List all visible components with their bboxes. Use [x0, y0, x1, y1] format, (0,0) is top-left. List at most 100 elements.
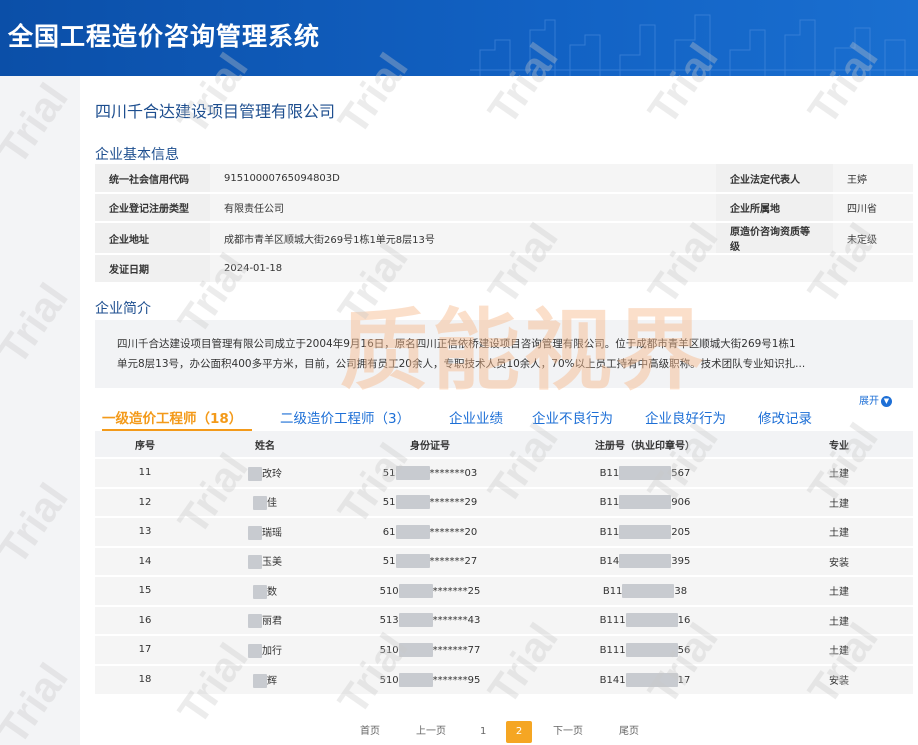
main-panel: 四川千合达建设项目管理有限公司 企业基本信息 统一社会信用代码 91510000…	[80, 76, 918, 745]
cell-id: 51 *******27	[335, 545, 525, 576]
prev-page-link[interactable]: 上一页	[416, 721, 446, 743]
table-row: 13 瑞瑶 61 *******20 B11 205 土建	[95, 516, 913, 547]
expand-button[interactable]: 展开 ▼	[859, 392, 892, 407]
cell-reg: B11 567	[525, 457, 765, 488]
table-row: 12 佳 51 *******29 B11 906 土建	[95, 486, 913, 517]
privacy-mask	[248, 525, 262, 540]
col-header-no: 序号	[95, 431, 195, 458]
tab-change-log[interactable]: 修改记录	[758, 407, 812, 427]
credit-code-value: 91510000765094803D	[210, 164, 716, 194]
brand-watermark: 质能视界	[340, 298, 709, 402]
privacy-mask	[395, 465, 430, 480]
credit-code-label: 统一社会信用代码	[95, 164, 210, 194]
system-title: 全国工程造价咨询管理系统	[8, 22, 321, 51]
info-row: 统一社会信用代码 91510000765094803D 企业法定代表人 王婷	[95, 164, 913, 194]
cell-name: 佳	[195, 486, 335, 517]
privacy-mask	[248, 643, 262, 658]
privacy-mask	[395, 495, 430, 510]
cell-no: 13	[95, 516, 195, 547]
cell-name: 丽君	[195, 604, 335, 635]
cell-no: 17	[95, 634, 195, 665]
cell-major: 土建	[765, 457, 913, 488]
cell-major: 土建	[765, 516, 913, 547]
privacy-mask	[622, 583, 675, 598]
privacy-mask	[395, 524, 430, 539]
cell-reg: B11 906	[525, 486, 765, 517]
cell-reg: B11 205	[525, 516, 765, 547]
tab-bad-behavior[interactable]: 企业不良行为	[532, 407, 613, 427]
next-page-link[interactable]: 下一页	[553, 721, 583, 743]
cell-id: 513 *******43	[335, 604, 525, 635]
cell-reg: B111 56	[525, 634, 765, 665]
trial-watermark: Trial	[0, 274, 77, 373]
info-row: 发证日期 2024-01-18	[95, 254, 913, 284]
cell-major: 土建	[765, 604, 913, 635]
trial-watermark: Trial	[0, 474, 77, 573]
cell-name: 改玲	[195, 457, 335, 488]
issue-date-label: 发证日期	[95, 254, 210, 284]
table-row: 17 加行 510 *******77 B111 56 土建	[95, 634, 913, 665]
privacy-mask	[253, 673, 267, 688]
legal-rep-label: 企业法定代表人	[716, 164, 833, 194]
empty-cell	[716, 254, 833, 284]
qualification-value: 未定级	[833, 222, 913, 255]
top-banner: 全国工程造价咨询管理系统	[0, 0, 918, 76]
table-row: 15 数 510 *******25 B11 38 土建	[95, 575, 913, 606]
table-row: 16 丽君 513 *******43 B111 16 土建	[95, 604, 913, 635]
table-header-row: 序号 姓名 身份证号 注册号（执业印章号） 专业	[95, 431, 913, 458]
privacy-mask	[398, 672, 433, 687]
address-label: 企业地址	[95, 222, 210, 255]
tab-good-behavior[interactable]: 企业良好行为	[645, 407, 726, 427]
cell-reg: B11 38	[525, 575, 765, 606]
cell-no: 14	[95, 545, 195, 576]
cell-reg: B14 395	[525, 545, 765, 576]
basic-info-table: 统一社会信用代码 91510000765094803D 企业法定代表人 王婷 企…	[95, 164, 913, 284]
tab-achievements[interactable]: 企业业绩	[449, 407, 503, 427]
privacy-mask	[248, 555, 262, 570]
privacy-mask	[625, 642, 678, 657]
col-header-id: 身份证号	[335, 431, 525, 458]
page-2-current[interactable]: 2	[506, 721, 532, 743]
page-1-link[interactable]: 1	[480, 721, 486, 743]
cell-no: 18	[95, 663, 195, 694]
first-page-link[interactable]: 首页	[360, 721, 380, 743]
expand-label: 展开	[859, 396, 879, 407]
address-value: 成都市青羊区顺城大街269号1栋1单元8层13号	[210, 222, 716, 255]
privacy-mask	[619, 495, 672, 510]
cell-name: 瑞瑶	[195, 516, 335, 547]
col-header-major: 专业	[765, 431, 913, 458]
cell-major: 土建	[765, 486, 913, 517]
chevron-down-icon: ▼	[881, 395, 892, 407]
company-name: 四川千合达建设项目管理有限公司	[95, 102, 336, 121]
trial-watermark: Trial	[0, 74, 77, 173]
cell-major: 安装	[765, 663, 913, 694]
empty-cell	[833, 254, 913, 284]
cell-id: 510 *******95	[335, 663, 525, 694]
trial-watermark: Trial	[0, 654, 77, 745]
privacy-mask	[398, 642, 433, 657]
cell-id: 510 *******25	[335, 575, 525, 606]
cell-major: 安装	[765, 545, 913, 576]
privacy-mask	[248, 466, 262, 481]
cell-no: 16	[95, 604, 195, 635]
privacy-mask	[253, 584, 267, 599]
last-page-link[interactable]: 尾页	[619, 721, 639, 743]
cell-name: 辉	[195, 663, 335, 694]
tab-level1-engineers[interactable]: 一级造价工程师（18）	[102, 407, 242, 427]
table-row: 14 玉美 51 *******27 B14 395 安装	[95, 545, 913, 576]
table-row: 11 改玲 51 *******03 B11 567 土建	[95, 457, 913, 488]
privacy-mask	[625, 613, 678, 628]
col-header-name: 姓名	[195, 431, 335, 458]
cell-major: 土建	[765, 634, 913, 665]
reg-type-label: 企业登记注册类型	[95, 193, 210, 223]
qualification-label: 原造价咨询资质等级	[716, 222, 833, 255]
table-row: 18 辉 510 *******95 B141 17 安装	[95, 663, 913, 694]
legal-rep-value: 王婷	[833, 164, 913, 194]
tab-level2-engineers[interactable]: 二级造价工程师（3）	[280, 407, 410, 427]
privacy-mask	[248, 614, 262, 629]
location-value: 四川省	[833, 193, 913, 223]
cell-id: 51 *******29	[335, 486, 525, 517]
privacy-mask	[395, 554, 430, 569]
cell-name: 数	[195, 575, 335, 606]
privacy-mask	[619, 554, 672, 569]
